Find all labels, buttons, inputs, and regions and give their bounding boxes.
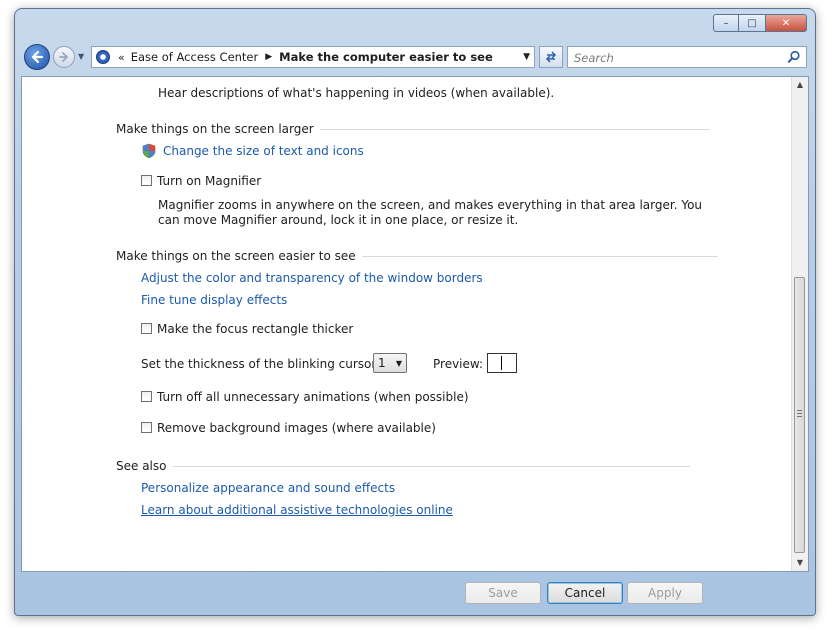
grip-line [797, 416, 802, 417]
checkbox-turn-off-animations[interactable]: Turn off all unnecessary animations (whe… [141, 390, 469, 404]
caption-buttons: – □ ✕ [713, 14, 807, 32]
control-panel-icon [96, 50, 110, 64]
checkbox-box[interactable] [141, 390, 152, 402]
checkbox-label[interactable]: Turn on Magnifier [157, 174, 261, 188]
cursor-thickness-select[interactable]: 1 ▼ [373, 353, 407, 373]
checkbox-box[interactable] [141, 421, 152, 433]
section-heading-see-also: See also [116, 459, 691, 473]
close-button[interactable]: ✕ [765, 14, 807, 32]
search-input[interactable] [568, 47, 786, 69]
address-bar[interactable]: « Ease of Access Center ▶ Make the compu… [91, 46, 535, 68]
checkbox-label[interactable]: Turn off all unnecessary animations (whe… [157, 390, 469, 404]
magnifier-description: Magnifier zooms in anywhere on the scree… [158, 198, 703, 227]
link-adjust-window-borders[interactable]: Adjust the color and transparency of the… [141, 271, 483, 285]
section-heading-larger-text: Make things on the screen larger [116, 122, 314, 136]
section-heading-easier: Make things on the screen easier to see [116, 249, 718, 263]
link-change-text-size[interactable]: Change the size of text and icons [141, 143, 364, 159]
minimize-button[interactable]: – [713, 14, 739, 32]
section-divider [172, 465, 691, 467]
checkbox-remove-background-images[interactable]: Remove background images (where availabl… [141, 421, 436, 435]
uac-shield-icon [142, 143, 156, 159]
section-heading-easier-text: Make things on the screen easier to see [116, 249, 356, 263]
content-pane: Hear descriptions of what's happening in… [21, 76, 809, 572]
forward-arrow-icon [59, 52, 68, 62]
preview-label: Preview: [433, 357, 484, 371]
search-icon[interactable] [787, 50, 801, 64]
checkbox-box[interactable] [141, 322, 152, 334]
maximize-button[interactable]: □ [739, 14, 765, 32]
section-heading-larger: Make things on the screen larger [116, 122, 710, 136]
cursor-thickness-label: Set the thickness of the blinking cursor… [141, 357, 381, 371]
chevron-down-icon[interactable]: ▼ [396, 359, 402, 368]
link-personalize-appearance[interactable]: Personalize appearance and sound effects [141, 481, 395, 495]
cancel-button[interactable]: Cancel [547, 582, 623, 604]
breadcrumb-overflow[interactable]: « [118, 51, 125, 64]
dialog-button-bar: Save Cancel Apply [21, 572, 809, 612]
checkbox-turn-on-magnifier[interactable]: Turn on Magnifier [141, 174, 261, 188]
section-heading-see-also-text: See also [116, 459, 167, 473]
link-assistive-technologies[interactable]: Learn about additional assistive technol… [141, 503, 453, 517]
audio-description-text: Hear descriptions of what's happening in… [158, 86, 555, 100]
back-button[interactable] [24, 44, 50, 70]
window-frame: – □ ✕ ▼ « Ease of Access Center ▶ Make t… [14, 8, 816, 616]
vertical-scrollbar[interactable]: ▲ ▼ [791, 77, 808, 571]
back-arrow-icon [31, 50, 44, 64]
breadcrumb-arrow-icon[interactable]: ▶ [265, 52, 272, 62]
checkbox-focus-rectangle[interactable]: Make the focus rectangle thicker [141, 322, 353, 336]
scroll-thumb[interactable] [794, 277, 805, 553]
recent-pages-dropdown[interactable]: ▼ [78, 48, 88, 66]
refresh-button[interactable] [539, 46, 563, 68]
grip-line [797, 413, 802, 414]
section-divider [319, 128, 710, 130]
scroll-down-icon[interactable]: ▼ [792, 555, 808, 571]
breadcrumb-ease-of-access-center[interactable]: Ease of Access Center [131, 50, 259, 64]
checkbox-label[interactable]: Make the focus rectangle thicker [157, 322, 353, 336]
navigation-bar: ▼ « Ease of Access Center ▶ Make the com… [21, 42, 811, 72]
cursor-thickness-value[interactable]: 1 [378, 356, 386, 370]
apply-button[interactable]: Apply [627, 582, 703, 604]
grip-line [797, 410, 802, 411]
cursor-preview-box [487, 353, 517, 376]
save-button[interactable]: Save [465, 582, 541, 604]
link-fine-tune-display[interactable]: Fine tune display effects [141, 293, 287, 307]
checkbox-label[interactable]: Remove background images (where availabl… [157, 421, 436, 435]
scroll-up-icon[interactable]: ▲ [792, 77, 808, 93]
section-divider [361, 255, 718, 257]
link-change-text-size-label[interactable]: Change the size of text and icons [163, 144, 364, 158]
address-dropdown-icon[interactable]: ▼ [523, 47, 530, 67]
refresh-icon [545, 51, 557, 63]
search-box[interactable] [567, 46, 807, 69]
cursor-caret-icon [501, 356, 502, 370]
checkbox-box[interactable] [141, 174, 152, 186]
breadcrumb-current-page[interactable]: Make the computer easier to see [279, 50, 493, 64]
forward-button[interactable] [53, 46, 75, 68]
